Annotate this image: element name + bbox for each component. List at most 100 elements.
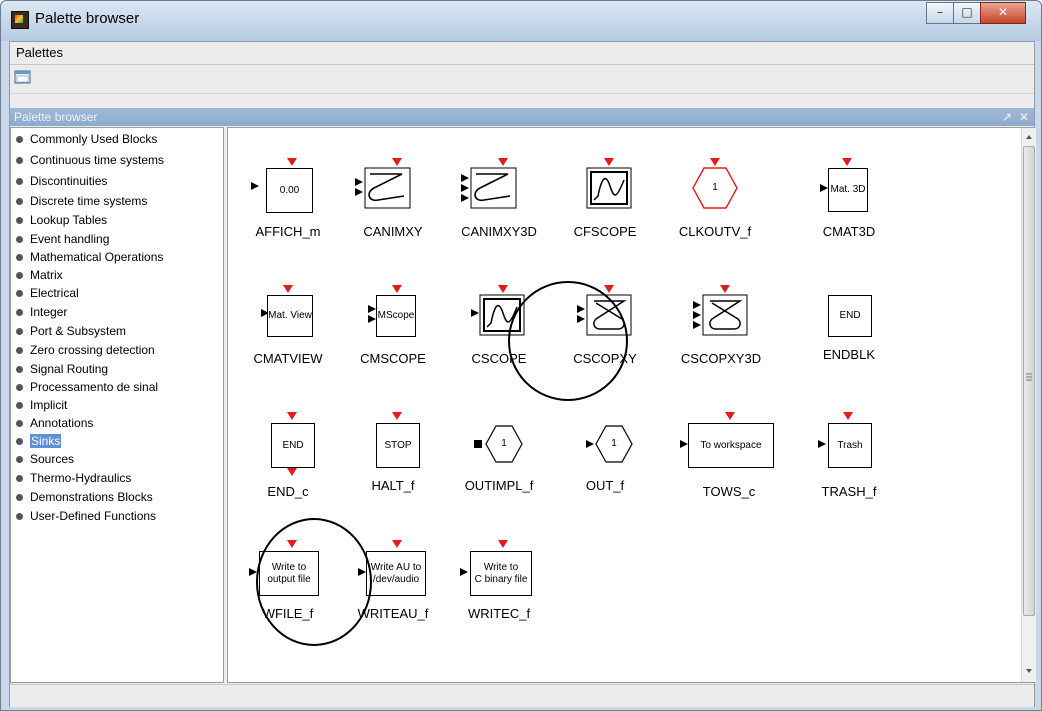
bullet-icon — [16, 438, 23, 445]
scroll-down-icon[interactable] — [1022, 664, 1036, 678]
palette-browser-window: Palette browser – □ ✕ Palettes Palette b… — [0, 0, 1042, 711]
bullet-icon — [16, 366, 23, 373]
block-label: ENDBLK — [822, 347, 876, 362]
trash-f-box: Trash — [828, 423, 872, 468]
bullet-icon — [16, 157, 23, 164]
block-label: CLKOUTV_f — [678, 224, 752, 239]
bullet-icon — [16, 402, 23, 409]
tree-item-zero-crossing-detection[interactable]: Zero crossing detection — [14, 342, 155, 358]
highlight-circle-wfile-f — [256, 518, 372, 646]
bullet-icon — [16, 236, 23, 243]
block-label: AFFICH_m — [255, 224, 321, 239]
panel-close-icon[interactable]: ✕ — [1019, 110, 1029, 124]
maximize-button[interactable]: □ — [953, 2, 981, 24]
out-f-value: 1 — [611, 438, 617, 449]
tree-item-commonly-used-blocks[interactable]: Commonly Used Blocks — [14, 131, 157, 147]
writec-f-box: Write to C binary file — [470, 551, 532, 596]
tree-item-annotations[interactable]: Annotations — [14, 415, 93, 431]
open-palette-button[interactable] — [14, 69, 34, 89]
block-clkoutv-f[interactable]: 1 CLKOUTV_f — [666, 156, 776, 266]
bullet-icon — [16, 178, 23, 185]
bullet-icon — [16, 254, 23, 261]
scrollbar-thumb[interactable] — [1023, 146, 1035, 616]
tree-item-demonstrations-blocks[interactable]: Demonstrations Blocks — [14, 489, 153, 505]
out-f-graphic — [586, 425, 633, 463]
title-bar[interactable]: Palette browser – □ ✕ — [1, 1, 1041, 41]
cscopxy3d-graphic — [693, 285, 748, 336]
block-endblk[interactable]: END ENDBLK — [776, 283, 886, 393]
minimize-button[interactable]: – — [926, 2, 954, 24]
window-client-area: Palettes Palette browser ↗ ✕ Commonly Us… — [9, 41, 1036, 707]
canimxy-graphic — [355, 158, 411, 209]
tree-item-port-subsystem[interactable]: Port & Subsystem — [14, 323, 126, 339]
block-canimxy3d[interactable]: CANIMXY3D — [444, 156, 554, 266]
bullet-icon — [16, 347, 23, 354]
block-label: CMATVIEW — [253, 351, 323, 366]
tree-item-lookup-tables[interactable]: Lookup Tables — [14, 212, 107, 228]
bullet-icon — [16, 420, 23, 427]
bullet-icon — [16, 494, 23, 501]
bullet-icon — [16, 217, 23, 224]
vertical-scrollbar[interactable] — [1021, 128, 1036, 682]
block-out-f[interactable]: 1 OUT_f — [550, 410, 660, 520]
bullet-icon — [16, 456, 23, 463]
bullet-icon — [16, 384, 23, 391]
canimxy3d-graphic — [461, 158, 517, 209]
writeau-f-box: Write AU to /dev/audio — [366, 551, 426, 596]
tree-item-thermo-hydraulics[interactable]: Thermo-Hydraulics — [14, 470, 131, 486]
block-trash-f[interactable]: Trash TRASH_f — [776, 410, 886, 520]
tree-item-integer[interactable]: Integer — [14, 304, 67, 320]
bullet-icon — [16, 290, 23, 297]
block-cmscope[interactable]: MScope CMSCOPE — [338, 283, 448, 393]
bullet-icon — [16, 309, 23, 316]
tree-item-discontinuities[interactable]: Discontinuities — [14, 173, 107, 189]
menu-bar: Palettes — [10, 42, 1034, 65]
bullet-icon — [16, 272, 23, 279]
tree-item-sinks[interactable]: Sinks — [14, 433, 62, 449]
block-cmat3d[interactable]: Mat. 3D CMAT3D — [776, 156, 886, 266]
tree-item-discrete-time-systems[interactable]: Discrete time systems — [14, 193, 147, 209]
block-canimxy[interactable]: CANIMXY — [338, 156, 448, 266]
bullet-icon — [16, 198, 23, 205]
cmatview-box: Mat. View — [267, 295, 313, 337]
block-cfscope[interactable]: CFSCOPE — [550, 156, 660, 266]
tree-item-implicit[interactable]: Implicit — [14, 397, 67, 413]
folder-icon — [14, 70, 31, 84]
panel-title: Palette browser — [14, 110, 98, 124]
cfscope-graphic — [586, 158, 632, 209]
block-cscopxy3d[interactable]: CSCOPXY3D — [666, 283, 776, 393]
palette-panel-header: Palette browser ↗ ✕ — [10, 108, 1034, 126]
affich-m-box: 0.00 — [266, 168, 313, 213]
scilab-app-icon — [11, 11, 29, 29]
close-button[interactable]: ✕ — [980, 2, 1026, 24]
undock-icon[interactable]: ↗ — [1002, 110, 1012, 124]
tree-item-sources[interactable]: Sources — [14, 451, 74, 467]
block-halt-f[interactable]: STOP HALT_f — [338, 410, 448, 520]
tree-item-mathematical-operations[interactable]: Mathematical Operations — [14, 249, 163, 265]
block-label: WRITEC_f — [467, 606, 531, 621]
block-affich-m[interactable]: 0.00 AFFICH_m — [233, 156, 343, 266]
block-label: CMAT3D — [822, 224, 876, 239]
block-label: TOWS_c — [702, 484, 756, 499]
tree-item-event-handling[interactable]: Event handling — [14, 231, 109, 247]
tree-item-matrix[interactable]: Matrix — [14, 267, 63, 283]
tows-c-box: To workspace — [688, 423, 774, 468]
block-label: CANIMXY — [363, 224, 423, 239]
palette-tree: Commonly Used Blocks Continuous time sys… — [10, 127, 224, 683]
block-end-c[interactable]: END END_c — [233, 410, 343, 520]
block-label: CFSCOPE — [573, 224, 637, 239]
menu-palettes[interactable]: Palettes — [16, 45, 63, 60]
block-writec-f[interactable]: Write to C binary file WRITEC_f — [444, 538, 554, 648]
tree-item-user-defined-functions[interactable]: User-Defined Functions — [14, 508, 156, 524]
toolbar — [10, 65, 1034, 94]
block-outimpl-f[interactable]: 1 OUTIMPL_f — [444, 410, 554, 520]
block-label: CANIMXY3D — [461, 224, 537, 239]
cmscope-box: MScope — [376, 295, 416, 337]
block-cmatview[interactable]: Mat. View CMATVIEW — [233, 283, 343, 393]
scroll-up-icon[interactable] — [1022, 130, 1036, 144]
tree-item-continuous-time-systems[interactable]: Continuous time systems — [14, 152, 164, 168]
tree-item-electrical[interactable]: Electrical — [14, 285, 79, 301]
tree-item-signal-routing[interactable]: Signal Routing — [14, 361, 108, 377]
clkoutv-value: 1 — [712, 182, 718, 193]
tree-item-processamento-de-sinal[interactable]: Processamento de sinal — [14, 379, 158, 395]
